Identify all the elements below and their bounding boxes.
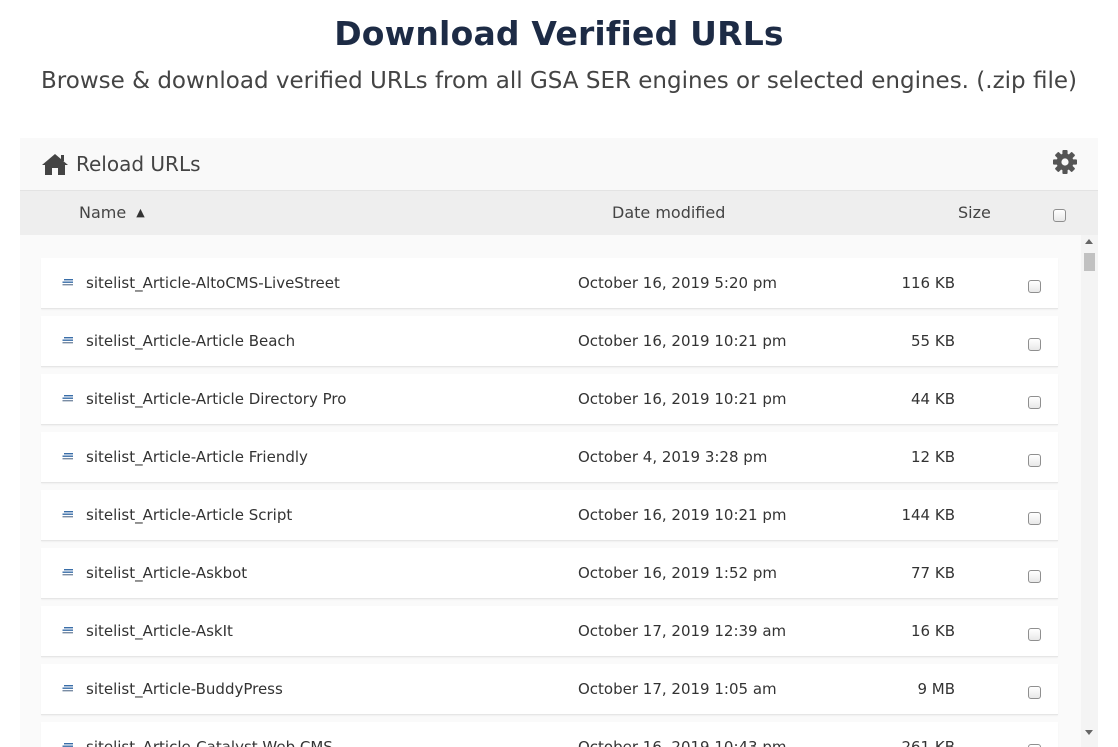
table-row[interactable]: sitelist_Article-AskIt October 17, 2019 … [41, 606, 1058, 657]
file-name[interactable]: sitelist_Article-Article Script [86, 506, 292, 524]
file-size: 9 MB [917, 680, 955, 698]
file-name[interactable]: sitelist_Article-Article Directory Pro [86, 390, 346, 408]
table-row[interactable]: sitelist_Article-AltoCMS-LiveStreet Octo… [41, 258, 1058, 309]
sort-ascending-icon: ▲ [136, 206, 145, 219]
reload-urls-button[interactable]: Reload URLs [40, 150, 201, 178]
file-list: sitelist_Article-AltoCMS-LiveStreet Octo… [20, 235, 1080, 747]
file-size: 144 KB [901, 506, 955, 524]
row-checkbox[interactable] [1028, 454, 1041, 467]
file-size: 77 KB [911, 564, 955, 582]
file-size: 12 KB [911, 448, 955, 466]
file-size: 55 KB [911, 332, 955, 350]
table-row[interactable]: sitelist_Article-Article Friendly Octobe… [41, 432, 1058, 483]
page-title: Download Verified URLs [334, 14, 784, 53]
file-name[interactable]: sitelist_Article-Catalyst Web CMS [86, 738, 333, 747]
table-row[interactable]: sitelist_Article-BuddyPress October 17, … [41, 664, 1058, 715]
file-name[interactable]: sitelist_Article-AskIt [86, 622, 233, 640]
page-subtitle: Browse & download verified URLs from all… [41, 68, 1077, 94]
file-date: October 16, 2019 10:21 pm [578, 390, 787, 408]
gear-icon [1053, 150, 1077, 174]
file-size: 116 KB [901, 274, 955, 292]
row-checkbox[interactable] [1028, 338, 1041, 351]
text-file-icon [62, 740, 74, 747]
file-name[interactable]: sitelist_Article-Article Friendly [86, 448, 308, 466]
file-name[interactable]: sitelist_Article-Article Beach [86, 332, 295, 350]
reload-urls-label: Reload URLs [76, 152, 201, 176]
file-name[interactable]: sitelist_Article-Askbot [86, 564, 247, 582]
row-checkbox[interactable] [1028, 628, 1041, 641]
file-date: October 17, 2019 12:39 am [578, 622, 787, 640]
row-checkbox[interactable] [1028, 686, 1041, 699]
file-date: October 16, 2019 10:21 pm [578, 506, 787, 524]
toolbar: Reload URLs [20, 138, 1098, 191]
file-size: 16 KB [911, 622, 955, 640]
row-checkbox[interactable] [1028, 512, 1041, 525]
file-size: 44 KB [911, 390, 955, 408]
scrollbar-thumb[interactable] [1084, 253, 1095, 271]
date-column-header[interactable]: Date modified [612, 203, 725, 222]
settings-button[interactable] [1052, 149, 1078, 175]
select-all-checkbox[interactable] [1053, 209, 1066, 222]
text-file-icon [62, 392, 74, 404]
name-column-label: Name [79, 203, 127, 222]
text-file-icon [62, 276, 74, 288]
name-column-header[interactable]: Name ▲ [79, 203, 145, 222]
file-date: October 16, 2019 1:52 pm [578, 564, 777, 582]
file-date: October 17, 2019 1:05 am [578, 680, 777, 698]
home-icon [42, 154, 68, 175]
text-file-icon [62, 450, 74, 462]
text-file-icon [62, 566, 74, 578]
file-name[interactable]: sitelist_Article-AltoCMS-LiveStreet [86, 274, 340, 292]
table-row[interactable]: sitelist_Article-Article Beach October 1… [41, 316, 1058, 367]
row-checkbox[interactable] [1028, 396, 1041, 409]
file-size: 261 KB [901, 738, 955, 747]
file-date: October 16, 2019 10:43 pm [578, 738, 787, 747]
scroll-down-arrow-icon[interactable] [1085, 730, 1093, 735]
row-checkbox[interactable] [1028, 280, 1041, 293]
table-row[interactable]: sitelist_Article-Catalyst Web CMS Octobe… [41, 722, 1058, 747]
size-column-header[interactable]: Size [958, 203, 991, 222]
table-row[interactable]: sitelist_Article-Article Directory Pro O… [41, 374, 1058, 425]
scroll-up-arrow-icon[interactable] [1085, 239, 1093, 244]
file-date: October 16, 2019 5:20 pm [578, 274, 777, 292]
table-row[interactable]: sitelist_Article-Askbot October 16, 2019… [41, 548, 1058, 599]
text-file-icon [62, 682, 74, 694]
file-browser-panel: Reload URLs Name ▲ Date modified Size si… [20, 138, 1098, 747]
table-header: Name ▲ Date modified Size [20, 191, 1098, 235]
vertical-scrollbar[interactable] [1081, 235, 1098, 747]
text-file-icon [62, 334, 74, 346]
table-row[interactable]: sitelist_Article-Article Script October … [41, 490, 1058, 541]
file-date: October 4, 2019 3:28 pm [578, 448, 768, 466]
text-file-icon [62, 624, 74, 636]
text-file-icon [62, 508, 74, 520]
file-date: October 16, 2019 10:21 pm [578, 332, 787, 350]
file-name[interactable]: sitelist_Article-BuddyPress [86, 680, 283, 698]
row-checkbox[interactable] [1028, 570, 1041, 583]
